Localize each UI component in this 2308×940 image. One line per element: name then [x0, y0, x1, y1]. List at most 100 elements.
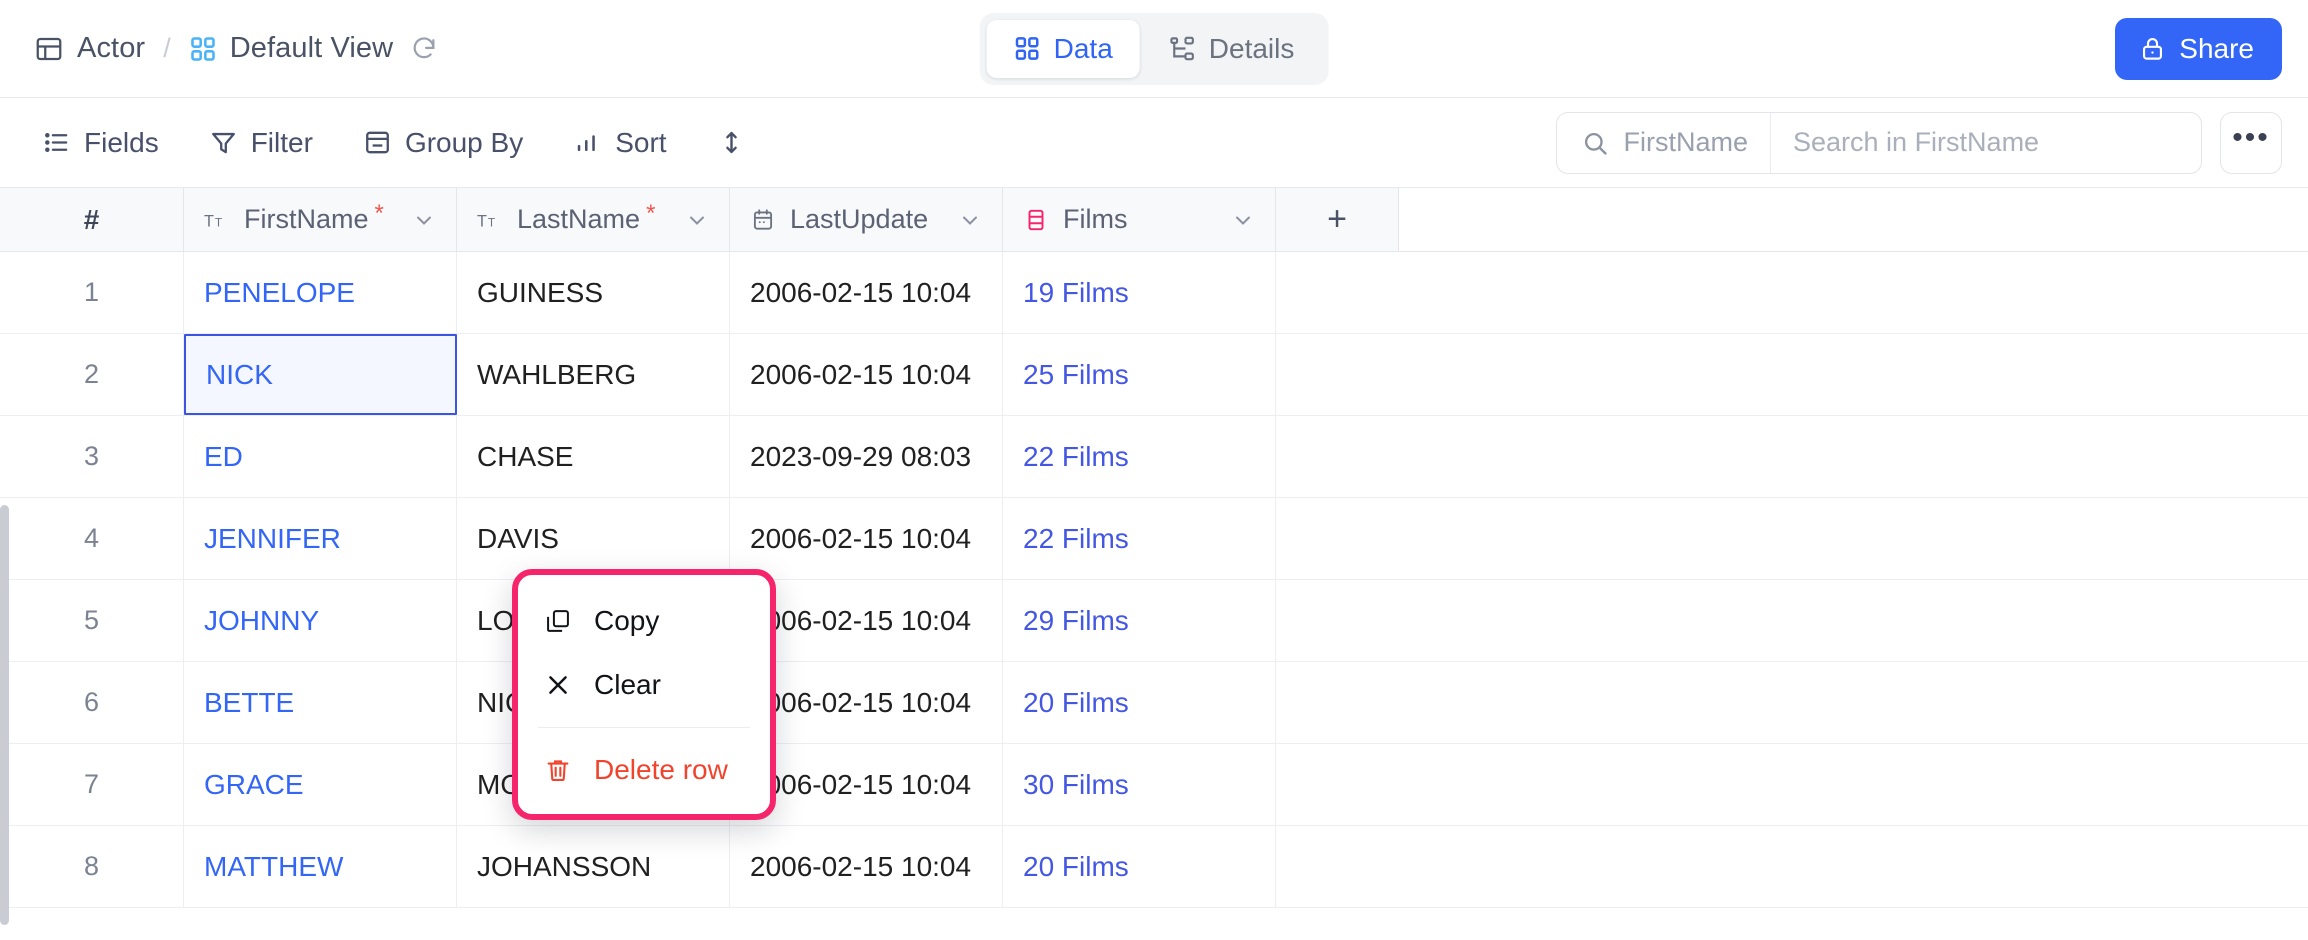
cell-firstname[interactable]: ED — [184, 416, 457, 497]
cell-lastupdate[interactable]: 2006-02-15 10:04 — [730, 334, 1003, 415]
row-number[interactable]: 6 — [0, 662, 184, 743]
column-header-lastupdate[interactable]: LastUpdate — [730, 188, 1003, 251]
cell-lastupdate[interactable]: 2006-02-15 10:04 — [730, 826, 1003, 907]
table-row: 8 MATTHEW JOHANSSON 2006-02-15 10:04 20 … — [0, 826, 2308, 908]
cell-lastname[interactable]: JOHANSSON — [457, 826, 730, 907]
breadcrumb-table[interactable]: Actor — [34, 32, 145, 65]
breadcrumb-separator: / — [163, 33, 171, 63]
cell-lastupdate[interactable]: 2023-09-29 08:03 — [730, 416, 1003, 497]
cell-lastupdate[interactable]: 2006-02-15 10:04 — [730, 252, 1003, 333]
cell-firstname[interactable]: JENNIFER — [184, 498, 457, 579]
chevron-down-icon[interactable] — [412, 208, 436, 232]
row-number-header: # — [0, 188, 184, 251]
chevron-down-icon[interactable] — [685, 208, 709, 232]
chevron-down-icon[interactable] — [1231, 208, 1255, 232]
cell-films[interactable]: 22 Films — [1003, 498, 1276, 579]
fields-button[interactable]: Fields — [34, 119, 181, 167]
context-menu-item-copy[interactable]: Copy — [518, 589, 770, 653]
add-column-button[interactable]: + — [1276, 188, 1399, 251]
row-filler — [1276, 498, 2308, 579]
cell-films[interactable]: 25 Films — [1003, 334, 1276, 415]
filter-label: Filter — [250, 126, 313, 158]
cell-lastname[interactable]: WAHLBERG — [457, 334, 730, 415]
row-filler — [1276, 744, 2308, 825]
filter-button[interactable]: Filter — [201, 119, 335, 167]
cell-lastupdate[interactable]: 2006-02-15 10:04 — [730, 498, 1003, 579]
row-height-button[interactable] — [709, 120, 754, 165]
column-header-films[interactable]: Films — [1003, 188, 1276, 251]
refresh-icon[interactable] — [410, 35, 438, 63]
svg-text:T: T — [204, 212, 214, 230]
add-column-label: + — [1327, 200, 1347, 238]
row-number[interactable]: 3 — [0, 416, 184, 497]
cell-firstname[interactable]: PENELOPE — [184, 252, 457, 333]
row-filler — [1276, 662, 2308, 743]
context-menu-item-delete-row[interactable]: Delete row — [518, 738, 770, 802]
more-options-button[interactable]: ••• — [2220, 111, 2282, 174]
share-button[interactable]: Share — [2115, 17, 2282, 80]
row-filler — [1276, 826, 2308, 907]
text-type-icon: T T — [477, 207, 503, 233]
tab-data[interactable]: Data — [986, 19, 1140, 78]
view-mode-tabs: Data Details — [979, 12, 1329, 85]
cell-firstname[interactable]: GRACE — [184, 744, 457, 825]
row-number[interactable]: 5 — [0, 580, 184, 661]
cell-firstname[interactable]: BETTE — [184, 662, 457, 743]
search-icon — [1581, 129, 1609, 157]
context-menu-item-clear[interactable]: Clear — [518, 653, 770, 717]
lock-icon — [2139, 35, 2166, 62]
header-filler — [1399, 188, 2308, 251]
bars-icon — [573, 128, 602, 157]
required-asterisk: * — [646, 199, 656, 227]
cell-films[interactable]: 19 Films — [1003, 252, 1276, 333]
cell-films[interactable]: 29 Films — [1003, 580, 1276, 661]
search-input[interactable] — [1771, 112, 2201, 173]
table-row: 2 NICK WAHLBERG 2006-02-15 10:04 25 Film… — [0, 334, 2308, 416]
schema-icon — [1169, 35, 1196, 62]
required-asterisk: * — [374, 199, 384, 227]
cell-lastname[interactable]: CHASE — [457, 416, 730, 497]
column-header-lastname[interactable]: T T LastName * — [457, 188, 730, 251]
cell-lastname[interactable]: GUINESS — [457, 252, 730, 333]
cell-firstname[interactable]: MATTHEW — [184, 826, 457, 907]
row-number[interactable]: 7 — [0, 744, 184, 825]
context-menu-item-delete-row-label: Delete row — [594, 754, 728, 785]
calendar-icon — [750, 207, 776, 233]
group-by-label: Group By — [404, 126, 524, 158]
table-row: 4 JENNIFER DAVIS 2006-02-15 10:04 22 Fil… — [0, 498, 2308, 580]
group-by-button[interactable]: Group By — [355, 119, 545, 167]
cell-firstname[interactable]: JOHNNY — [184, 580, 457, 661]
sort-button[interactable]: Sort — [565, 119, 688, 167]
share-button-label: Share — [2179, 32, 2254, 64]
text-type-icon: T T — [204, 207, 230, 233]
search-field-selector[interactable]: FirstName — [1557, 112, 1771, 173]
row-number[interactable]: 2 — [0, 334, 184, 415]
tab-details[interactable]: Details — [1142, 20, 1322, 78]
cell-films[interactable]: 22 Films — [1003, 416, 1276, 497]
svg-text:T: T — [215, 215, 222, 229]
cell-firstname-selected[interactable]: NICK — [184, 334, 457, 415]
column-header-lastname-label: LastName — [517, 204, 641, 234]
cell-films[interactable]: 30 Films — [1003, 744, 1276, 825]
table-row: 6 BETTE NICHOLSON 2006-02-15 10:04 20 Fi… — [0, 662, 2308, 744]
row-number[interactable]: 1 — [0, 252, 184, 333]
search-area: FirstName ••• — [1556, 111, 2282, 174]
vertical-scrollbar[interactable] — [0, 505, 9, 925]
row-number[interactable]: 4 — [0, 498, 184, 579]
sort-label: Sort — [615, 126, 667, 158]
column-header-firstname[interactable]: T T FirstName * — [184, 188, 457, 251]
svg-text:T: T — [477, 212, 487, 230]
breadcrumb: Actor / Default View — [34, 32, 438, 65]
toolbar: Fields Filter Group By Sort FirstName Se… — [0, 98, 2308, 188]
chevron-down-icon[interactable] — [958, 208, 982, 232]
cell-films[interactable]: 20 Films — [1003, 662, 1276, 743]
row-number[interactable]: 8 — [0, 826, 184, 907]
cell-films[interactable]: 20 Films — [1003, 826, 1276, 907]
top-bar: Actor / Default View Data Details Share — [0, 0, 2308, 98]
group-icon — [363, 128, 392, 157]
svg-text:T: T — [488, 215, 495, 229]
breadcrumb-view[interactable]: Default View — [189, 32, 393, 65]
cell-lastname[interactable]: DAVIS — [457, 498, 730, 579]
close-icon — [544, 671, 572, 699]
row-filler — [1276, 252, 2308, 333]
